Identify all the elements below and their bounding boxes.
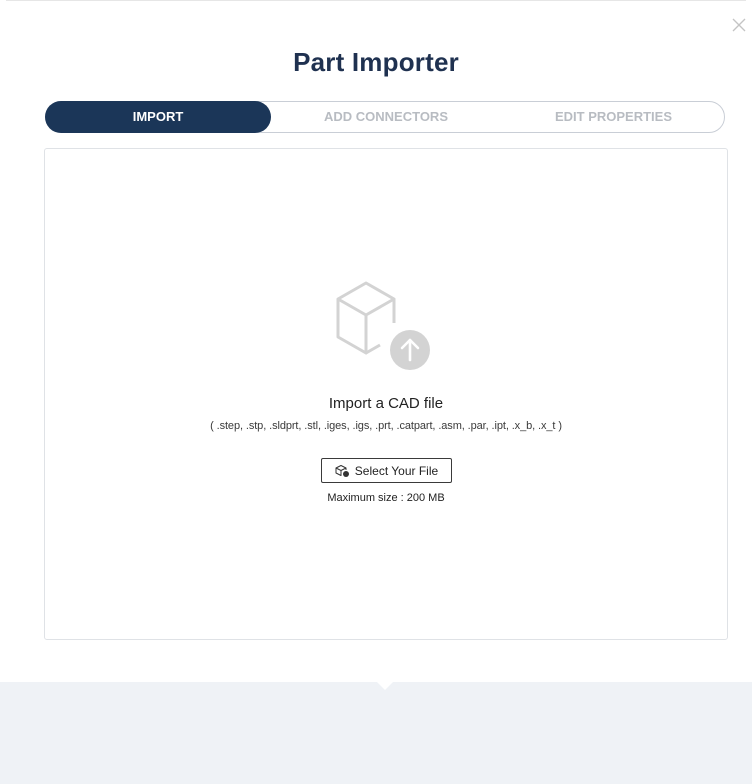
tab-edit-properties[interactable]: EDIT PROPERTIES [501, 101, 726, 133]
file-dropzone[interactable] [44, 148, 728, 640]
select-file-button[interactable]: Select Your File [321, 458, 452, 483]
footer-notch [377, 682, 393, 690]
tab-add-connectors[interactable]: ADD CONNECTORS [271, 101, 501, 133]
cube-upload-icon [336, 281, 430, 370]
max-size-note: Maximum size : 200 MB [327, 492, 445, 504]
tab-import[interactable]: IMPORT [45, 101, 271, 133]
dialog-footer [0, 682, 752, 784]
supported-formats: ( .step, .stp, .sldprt, .stl, .iges, .ig… [210, 420, 562, 432]
part-file-icon [335, 464, 349, 477]
step-tabs: IMPORT ADD CONNECTORS EDIT PROPERTIES [45, 101, 725, 133]
select-file-label: Select Your File [354, 463, 439, 478]
part-importer-dialog: Part Importer IMPORT ADD CONNECTORS EDIT… [0, 0, 752, 784]
close-button[interactable] [728, 14, 750, 36]
import-heading: Import a CAD file [328, 395, 444, 412]
dialog-title: Part Importer [293, 47, 459, 77]
dialog-top-border [6, 0, 746, 1]
close-icon [732, 18, 746, 32]
